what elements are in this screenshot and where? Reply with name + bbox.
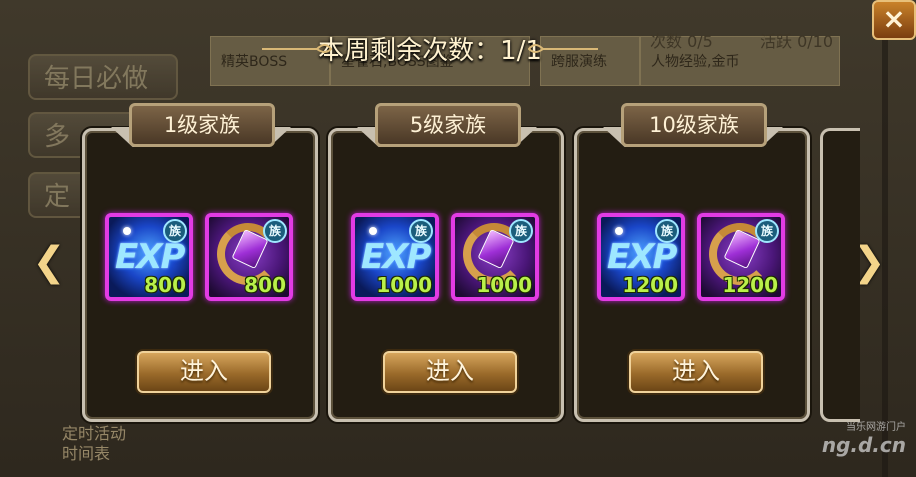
- enter-button[interactable]: 进入: [383, 351, 517, 393]
- clan-badge-icon: 族: [655, 219, 679, 243]
- clan-card-level-5: 5级家族 EXP 族 1000 族 1000 进入: [328, 103, 564, 422]
- exp-orb-icon: EXP: [115, 237, 185, 277]
- gem-reward-slot[interactable]: 族 1000: [451, 213, 539, 301]
- watermark-text: ng.d.cn: [821, 433, 906, 457]
- weekly-remaining-header: 本周剩余次数：1/1: [210, 30, 650, 66]
- exp-orb-icon: EXP: [361, 237, 431, 277]
- weekly-remaining-title: 本周剩余次数：1/1: [318, 36, 542, 66]
- exp-orb-icon: EXP: [607, 237, 677, 277]
- next-card-partial: [820, 128, 860, 422]
- clan-badge-icon: 族: [755, 219, 779, 243]
- bg-count-text: 次数 0/5: [650, 32, 713, 51]
- card-title: 5级家族: [375, 103, 521, 147]
- exp-reward-slot[interactable]: EXP 族 1000: [351, 213, 439, 301]
- reward-count: 1000: [376, 273, 432, 297]
- reward-count: 1200: [722, 273, 778, 297]
- right-ornament-icon: [528, 44, 598, 53]
- enter-button[interactable]: 进入: [137, 351, 271, 393]
- prev-page-arrow[interactable]: ❮: [32, 240, 66, 284]
- exp-reward-slot[interactable]: EXP 族 1200: [597, 213, 685, 301]
- clan-card-level-1: 1级家族 EXP 族 800 族 800 进入: [82, 103, 318, 422]
- exp-reward-slot[interactable]: EXP 族 800: [105, 213, 193, 301]
- close-button[interactable]: ×: [872, 0, 916, 40]
- gem-reward-slot[interactable]: 族 800: [205, 213, 293, 301]
- close-icon: ×: [882, 2, 906, 35]
- reward-count: 1000: [476, 273, 532, 297]
- clan-badge-icon: 族: [509, 219, 533, 243]
- reward-count: 1200: [622, 273, 678, 297]
- orb-shine: [123, 227, 131, 235]
- bg-activity-text: 活跃 0/10: [760, 32, 834, 51]
- watermark: 当乐网游门户 ng.d.cn: [822, 418, 906, 457]
- clan-badge-icon: 族: [409, 219, 433, 243]
- orb-shine: [615, 227, 623, 235]
- card-title: 10级家族: [621, 103, 767, 147]
- clan-badge-icon: 族: [163, 219, 187, 243]
- reward-count: 800: [244, 273, 286, 297]
- orb-shine: [369, 227, 377, 235]
- reward-count: 800: [144, 273, 186, 297]
- chevron-left-icon: ❮: [32, 239, 66, 285]
- gem-reward-slot[interactable]: 族 1200: [697, 213, 785, 301]
- enter-button[interactable]: 进入: [629, 351, 763, 393]
- clan-card-level-10: 10级家族 EXP 族 1200 族 1200 进入: [574, 103, 810, 422]
- clan-badge-icon: 族: [263, 219, 287, 243]
- bg-side-button-daily: 每日必做: [28, 54, 178, 100]
- card-title: 1级家族: [129, 103, 275, 147]
- left-ornament-icon: [262, 44, 332, 53]
- bg-timed-events-label: 定时活动 时间表: [62, 424, 127, 463]
